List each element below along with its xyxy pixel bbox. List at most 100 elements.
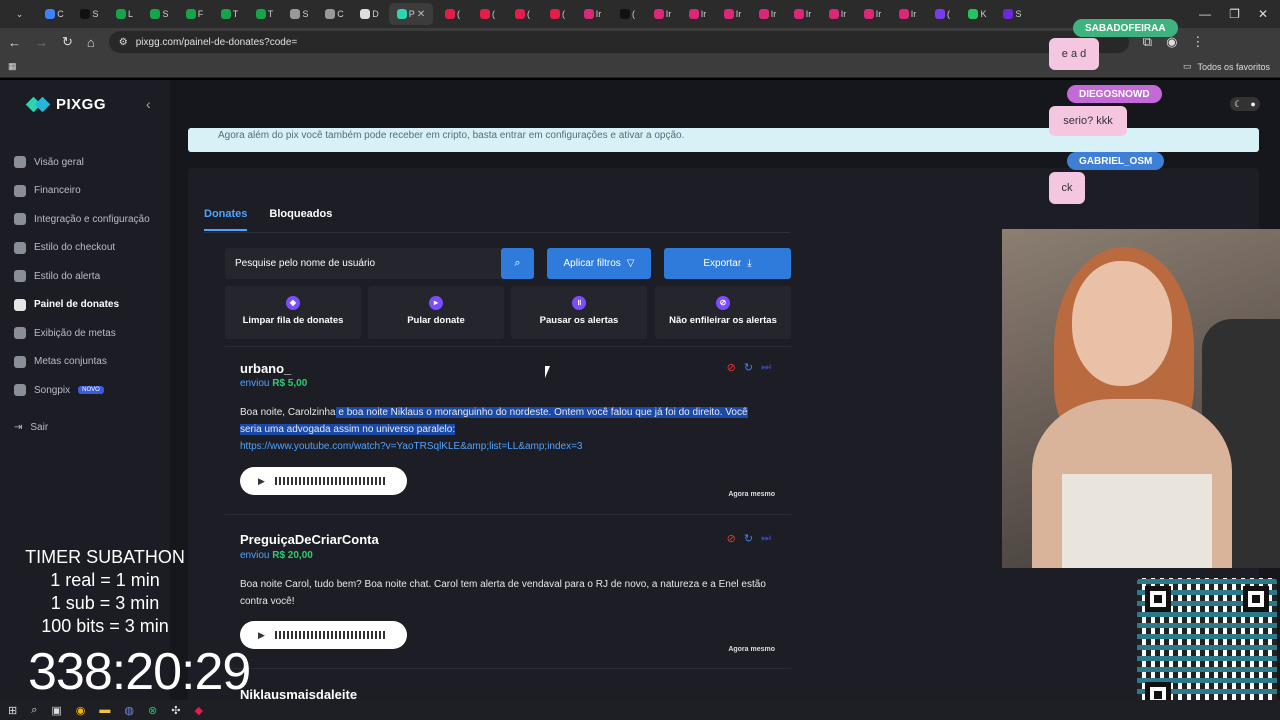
no-queue-alerts-button[interactable]: ⊘ Não enfileirar os alertas [655, 286, 791, 339]
download-icon: ⤓ [747, 258, 752, 269]
export-button[interactable]: Exportar ⤓ [664, 248, 791, 279]
audio-player[interactable]: ▶ [240, 621, 407, 649]
browser-tab[interactable]: ( [927, 3, 958, 25]
chat-username: DIEGOSNOWD [1067, 85, 1162, 103]
browser-tab[interactable]: S [144, 3, 175, 25]
browser-tab[interactable]: F [179, 3, 210, 25]
app-icon[interactable]: ◆ [194, 704, 202, 717]
chrome-icon[interactable]: ◉ [76, 704, 86, 717]
discord-icon[interactable]: ◍ [124, 704, 134, 717]
sidebar-item-visao-geral[interactable]: Visão geral [14, 148, 164, 177]
skip-donate-button[interactable]: ▸ Pular donate [368, 286, 504, 339]
sidebar-item-songpix[interactable]: Songpix NOVO [14, 376, 164, 405]
folder-icon[interactable]: ▬ [99, 704, 110, 716]
forward-icon[interactable]: → [35, 35, 48, 50]
close-tab-icon[interactable]: ✕ [417, 9, 425, 20]
browser-tab[interactable]: Ir [787, 3, 818, 25]
search-button[interactable]: ⌕ [501, 248, 534, 279]
browser-tab[interactable]: T [249, 3, 280, 25]
more-icon[interactable]: ⋮ [1191, 34, 1204, 50]
action-label: Pular donate [407, 315, 465, 326]
browser-tab[interactable]: K [962, 3, 993, 25]
donate-amount-line: enviou R$ 20,00 [240, 550, 313, 561]
browser-tab[interactable]: L [109, 3, 140, 25]
replay-icon[interactable]: ↻ [744, 361, 753, 374]
browser-tab[interactable]: D [354, 3, 385, 25]
browser-tab[interactable]: Ir [892, 3, 923, 25]
task-view-icon[interactable]: ▣ [51, 704, 61, 717]
apps-icon[interactable]: ▦ [8, 61, 17, 72]
sidebar-item-estilo-checkout[interactable]: Estilo do checkout [14, 234, 164, 263]
pause-alerts-button[interactable]: ॥ Pausar os alertas [511, 286, 647, 339]
search-icon[interactable]: ⌕ [31, 704, 37, 717]
search-icon: ⌕ [514, 257, 521, 269]
browser-tab[interactable]: C [39, 3, 70, 25]
browser-tab[interactable]: ( [542, 3, 573, 25]
sidebar-item-financeiro[interactable]: Financeiro [14, 177, 164, 206]
sidebar-item-integracao[interactable]: Integração e configuração [14, 205, 164, 234]
sidebar-item-exibicao-metas[interactable]: Exibição de metas [14, 319, 164, 348]
browser-tab[interactable]: Ir [822, 3, 853, 25]
theme-toggle[interactable]: ☾ ● [1230, 97, 1260, 111]
tab-menu-icon[interactable]: ⌄ [4, 3, 35, 25]
audio-player[interactable]: ▶ [240, 467, 407, 495]
restore-icon[interactable]: ❐ [1229, 7, 1240, 21]
reload-icon[interactable]: ↻ [62, 34, 73, 50]
xbox-icon[interactable]: ⊗ [148, 704, 157, 717]
browser-tab[interactable]: S [997, 3, 1028, 25]
collapse-sidebar-icon[interactable]: ‹ [146, 96, 151, 112]
skip-item-icon[interactable]: ⏭ [761, 361, 771, 374]
replay-icon[interactable]: ↻ [744, 532, 753, 545]
back-icon[interactable]: ← [8, 35, 21, 50]
browser-tab[interactable]: Ir [682, 3, 713, 25]
donate-actions: ⊘ ↻ ⏭ [727, 532, 771, 545]
browser-tab[interactable]: ( [437, 3, 468, 25]
block-icon[interactable]: ⊘ [727, 361, 736, 374]
all-bookmarks-label: Todos os favoritos [1197, 61, 1270, 72]
donate-amount-line: enviou R$ 5,00 [240, 378, 307, 389]
browser-tab[interactable]: C [319, 3, 350, 25]
sidebar-item-sair[interactable]: ⇥ Sair [14, 422, 48, 433]
browser-tab[interactable]: ( [472, 3, 503, 25]
sidebar-item-metas-conjuntas[interactable]: Metas conjuntas [14, 348, 164, 377]
browser-tab[interactable]: Ir [857, 3, 888, 25]
browser-tab[interactable]: S [284, 3, 315, 25]
chat-username: SABADOFEIRAA [1073, 19, 1178, 37]
audio-waveform[interactable] [274, 631, 385, 639]
close-window-icon[interactable]: ✕ [1258, 7, 1268, 21]
tab-bloqueados[interactable]: Bloqueados [269, 208, 332, 231]
browser-tab[interactable]: S [74, 3, 105, 25]
site-info-icon[interactable]: ⚙ [119, 37, 128, 48]
all-bookmarks[interactable]: ▭ Todos os favoritos [1183, 61, 1270, 72]
apply-filters-button[interactable]: Aplicar filtros ▽ [547, 248, 651, 279]
home-icon[interactable]: ⌂ [87, 35, 95, 50]
clear-queue-button[interactable]: ◆ Limpar fila de donates [225, 286, 361, 339]
app-icon[interactable]: ✣ [171, 704, 180, 717]
browser-tab[interactable]: Ir [647, 3, 678, 25]
browser-tab[interactable]: ( [612, 3, 643, 25]
browser-tab[interactable]: Ir [752, 3, 783, 25]
filter-icon: ▽ [626, 258, 635, 269]
play-icon[interactable]: ▶ [258, 630, 265, 641]
audio-waveform[interactable] [274, 477, 385, 485]
search-input[interactable]: Pesquise pelo nome de usuário [225, 248, 534, 279]
sidebar-item-label: Integração e configuração [34, 213, 150, 225]
windows-start-icon[interactable]: ⊞ [8, 704, 17, 717]
message-link[interactable]: https://www.youtube.com/watch?v=YaoTRSql… [240, 441, 583, 452]
address-bar[interactable]: ⚙ pixgg.com/painel-de-donates?code= [108, 31, 1129, 53]
browser-tab[interactable]: Ir [577, 3, 608, 25]
skip-item-icon[interactable]: ⏭ [761, 532, 771, 545]
logout-label: Sair [30, 422, 49, 433]
browser-tab[interactable]: T [214, 3, 245, 25]
sidebar-item-estilo-alerta[interactable]: Estilo do alerta [14, 262, 164, 291]
qr-code [1137, 578, 1277, 716]
play-icon[interactable]: ▶ [258, 476, 265, 487]
browser-tab[interactable]: ( [507, 3, 538, 25]
browser-tab[interactable]: Ir [717, 3, 748, 25]
sidebar-item-painel-donates[interactable]: Painel de donates [14, 291, 164, 320]
pixgg-logo[interactable]: PIXGG [28, 96, 106, 113]
tab-donates[interactable]: Donates [204, 208, 248, 231]
minimize-icon[interactable]: — [1199, 7, 1211, 21]
block-icon[interactable]: ⊘ [727, 532, 736, 545]
browser-tab-active[interactable]: P ✕ [389, 3, 433, 25]
